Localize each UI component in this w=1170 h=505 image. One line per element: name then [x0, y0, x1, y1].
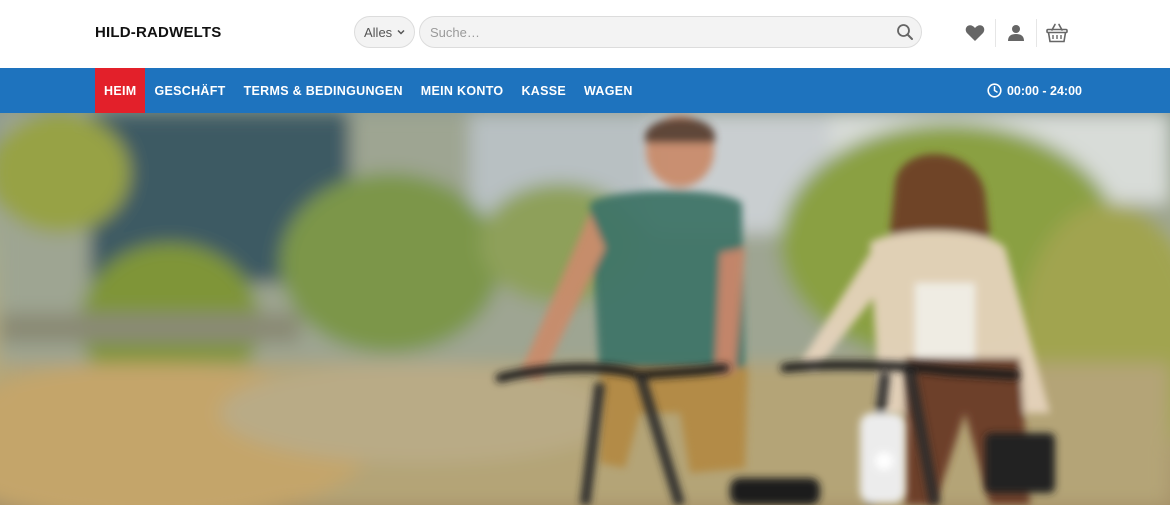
- category-select[interactable]: Alles: [354, 16, 415, 48]
- nav-item-terms[interactable]: TERMS & BEDINGUNGEN: [235, 68, 412, 113]
- opening-hours-text: 00:00 - 24:00: [1006, 83, 1082, 98]
- user-icon: [1008, 25, 1024, 41]
- nav-item-mein-konto[interactable]: MEIN KONTO: [412, 68, 513, 113]
- nav-item-wagen[interactable]: WAGEN: [575, 68, 642, 113]
- nav-item-heim[interactable]: HEIM: [95, 68, 146, 113]
- nav-item-kasse[interactable]: KASSE: [512, 68, 575, 113]
- heart-icon: [965, 25, 985, 41]
- nav-item-geschaeft[interactable]: GESCHÄFT: [145, 68, 234, 113]
- wishlist-button[interactable]: [955, 17, 995, 49]
- account-button[interactable]: [996, 17, 1036, 49]
- nav-menu: HEIM GESCHÄFT TERMS & BEDINGUNGEN MEIN K…: [95, 68, 642, 113]
- category-select-value: Alles: [364, 24, 393, 40]
- search-input[interactable]: [419, 16, 922, 48]
- hero-photo: [0, 113, 1170, 505]
- search-icon[interactable]: [896, 23, 914, 41]
- search-bar: Alles: [354, 16, 922, 48]
- opening-hours: 00:00 - 24:00: [987, 68, 1082, 113]
- main-nav: HEIM GESCHÄFT TERMS & BEDINGUNGEN MEIN K…: [0, 68, 1170, 113]
- chevron-down-icon: [397, 29, 405, 35]
- site-header: HILD-RADWELTS Alles: [0, 0, 1170, 68]
- header-icons: [955, 17, 1077, 49]
- cart-button[interactable]: [1037, 17, 1077, 49]
- basket-icon: [1046, 23, 1068, 43]
- hero-image: [0, 113, 1170, 505]
- site-logo[interactable]: HILD-RADWELTS: [95, 24, 221, 41]
- clock-icon: [987, 83, 1002, 98]
